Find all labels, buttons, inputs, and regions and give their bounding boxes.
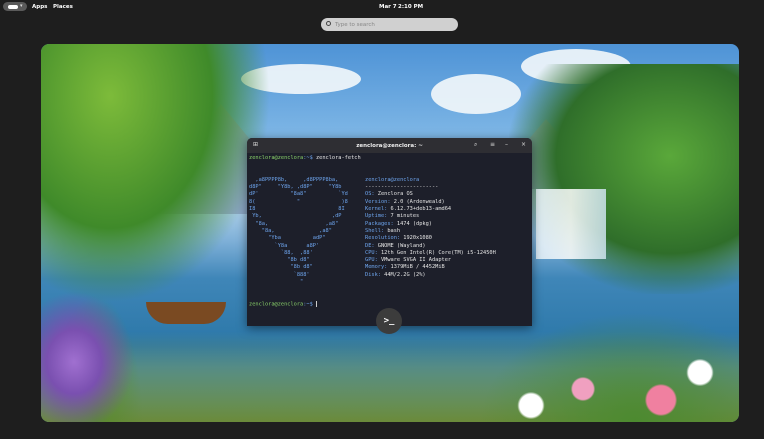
info-value: 7 minutes <box>387 213 420 220</box>
info-label: GPU: <box>365 257 378 264</box>
terminal-window[interactable]: ⊞ zenclora@zenclora: ~ ⌕ ≡ – × zenclora@… <box>247 138 532 326</box>
close-icon[interactable]: × <box>521 141 526 148</box>
prompt-path: :~$ <box>303 301 313 308</box>
top-bar: ▾ Apps Places Mar 7 2:10 PM <box>0 0 764 14</box>
info-row: Memory: 1379MiB / 4452MiB <box>365 264 496 271</box>
flowers <box>479 312 739 422</box>
terminal-output[interactable]: zenclora@zenclora:~$ zenclora-fetch ,a8P… <box>247 153 532 311</box>
info-value: 1474 (dpkg) <box>393 220 432 227</box>
info-label: Uptime: <box>365 213 388 220</box>
boat <box>146 302 226 324</box>
places-menu[interactable]: Places <box>53 4 73 10</box>
info-label: DE: <box>365 242 375 249</box>
search-icon[interactable]: ⌕ <box>474 141 477 149</box>
info-row: CPU: 12th Gen Intel(R) Core(TM) i5-12450… <box>365 250 496 257</box>
info-row: Kernel: 6.12.73+deb13-amd64 <box>365 206 496 213</box>
art-line: "8b d8" <box>249 264 313 271</box>
info-value: bash <box>384 227 401 234</box>
info-row: Resolution: 1920x1080 <box>365 235 496 242</box>
info-label: Disk: <box>365 271 381 278</box>
info-label: Kernel: <box>365 206 388 213</box>
clock-date[interactable]: Mar 7 <box>379 4 397 10</box>
info-label: Version: <box>365 198 391 205</box>
info-label: Shell: <box>365 227 385 234</box>
art-line: "8a, ,a8" <box>249 227 332 234</box>
prompt-user: zenclora@zenclora <box>249 155 304 161</box>
trees-right <box>509 64 739 294</box>
info-row: Packages: 1474 (dpkg) <box>365 221 496 228</box>
clock-time[interactable]: 2:10 PM <box>398 4 423 10</box>
art-line: ,a8PPPP8b, ,d8PPPP8ba, <box>249 176 339 183</box>
lupine-flowers <box>41 272 151 422</box>
info-label: Memory: <box>365 264 388 271</box>
text-cursor <box>316 300 317 307</box>
info-value: 2.0 (Ardenweald) <box>390 198 445 205</box>
info-row: OS: Zenclora OS <box>365 191 496 198</box>
apps-menu[interactable]: Apps <box>32 4 47 10</box>
search-input[interactable]: Type to search <box>321 18 458 31</box>
info-row: Version: 2.0 (Ardenweald) <box>365 199 496 206</box>
command-text: zenclora-fetch <box>312 155 361 161</box>
art-line: `888' <box>249 271 310 278</box>
info-value: 1920x1080 <box>400 235 432 242</box>
terminal-app-icon[interactable]: >_ <box>376 308 402 334</box>
art-line: I8 8I <box>249 206 345 213</box>
prompt-user: zenclora@zenclora <box>249 301 304 308</box>
trees-left <box>41 44 271 304</box>
ascii-heart-art: ,a8PPPP8b, ,d8PPPP8ba, d8P" "Y8b, ,d8P" "… <box>249 177 365 286</box>
search-placeholder: Type to search <box>335 21 375 28</box>
art-line: "Yba adP" <box>249 235 326 242</box>
info-header: zenclora@zenclora <box>365 176 420 183</box>
info-value: 1379MiB / 4452MiB <box>387 264 445 271</box>
info-separator: ----------------------- <box>365 184 439 191</box>
info-row: DE: GNOME (Wayland) <box>365 243 496 250</box>
info-row: Disk: 44M/2.2G (2%) <box>365 272 496 279</box>
menu-icon[interactable]: ≡ <box>490 141 495 148</box>
info-value: VMware SVGA II Adapter <box>377 257 452 264</box>
art-line: "8b d8" <box>249 257 310 264</box>
waterfall <box>536 189 606 259</box>
minimize-icon[interactable]: – <box>505 141 508 148</box>
art-line: " <box>249 279 304 286</box>
art-line: 8( " )8 <box>249 198 348 205</box>
terminal-titlebar[interactable]: ⊞ zenclora@zenclora: ~ ⌕ ≡ – × <box>247 138 532 153</box>
art-line: Yb, ,dP <box>249 213 342 220</box>
info-row: Uptime: 7 minutes <box>365 213 496 220</box>
chevron-down-icon: ▾ <box>20 3 23 9</box>
info-row: GPU: VMware SVGA II Adapter <box>365 257 496 264</box>
info-value: 6.12.73+deb13-amd64 <box>387 206 452 213</box>
cloud <box>431 74 521 114</box>
info-label: CPU: <box>365 249 378 256</box>
info-row: Shell: bash <box>365 228 496 235</box>
art-line: `Y8a a8P' <box>249 242 320 249</box>
info-value: 44M/2.2G (2%) <box>380 271 426 278</box>
info-value: GNOME (Wayland) <box>374 242 426 249</box>
info-label: OS: <box>365 191 375 198</box>
info-value: 12th Gen Intel(R) Core(TM) i5-12450H <box>377 249 496 256</box>
art-line: `88, ,88' <box>249 249 313 256</box>
info-label: Resolution: <box>365 235 401 242</box>
workspace-indicator-icon <box>8 5 18 9</box>
info-label: Packages: <box>365 220 394 227</box>
activities-button[interactable]: ▾ <box>3 2 27 11</box>
search-icon <box>326 21 331 26</box>
art-line: dP' "8a8" `Yd <box>249 191 348 198</box>
art-line: d8P" "Y8b, ,d8P" "Y8b <box>249 184 342 191</box>
info-value: Zenclora OS <box>374 191 413 198</box>
prompt-path: :~$ <box>303 155 313 161</box>
system-info: zenclora@zenclora -----------------------… <box>365 177 496 279</box>
art-line: "8a, ,a8" <box>249 220 339 227</box>
command-line: zenclora@zenclora:~$ zenclora-fetch <box>249 155 530 162</box>
